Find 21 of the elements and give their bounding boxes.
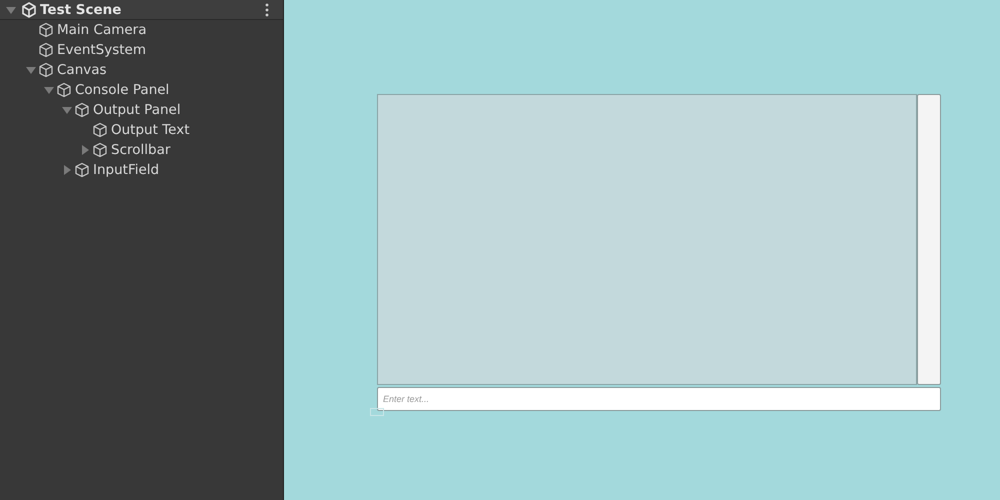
more-icon[interactable] xyxy=(265,2,269,16)
cube-icon xyxy=(92,122,108,138)
cube-icon xyxy=(56,82,72,98)
pivot-handle[interactable] xyxy=(370,408,384,416)
cube-icon xyxy=(38,42,54,58)
hierarchy-item[interactable]: Main Camera xyxy=(0,20,283,40)
cube-icon xyxy=(92,142,108,158)
cube-icon xyxy=(74,102,90,118)
hierarchy-item[interactable]: Console Panel xyxy=(0,80,283,100)
hierarchy-item[interactable]: Canvas xyxy=(0,60,283,80)
hierarchy-item[interactable]: Output Text xyxy=(0,120,283,140)
cube-icon xyxy=(74,162,90,178)
cube-icon xyxy=(38,62,54,78)
input-field[interactable]: Enter text... xyxy=(377,387,941,411)
scrollbar[interactable] xyxy=(917,94,941,385)
hierarchy-item[interactable]: Output Panel xyxy=(0,100,283,120)
hierarchy-item[interactable]: Scrollbar xyxy=(0,140,283,160)
hierarchy-item[interactable]: EventSystem xyxy=(0,40,283,60)
hierarchy-item[interactable]: InputField xyxy=(0,160,283,180)
scene-header: Test Scene xyxy=(0,0,283,20)
cube-icon xyxy=(38,22,54,38)
